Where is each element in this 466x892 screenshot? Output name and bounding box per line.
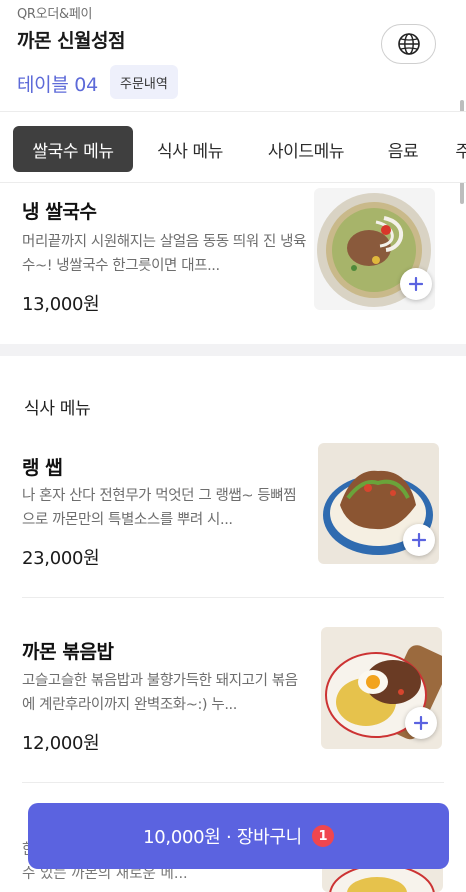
plus-icon bbox=[414, 716, 428, 730]
category-tabs: 쌀국수 메뉴 식사 메뉴 사이드메뉴 음료 주 bbox=[0, 111, 466, 183]
item-name: 냉 쌀국수 bbox=[22, 201, 97, 223]
menu-item-laeng-saep[interactable]: 랭 쌥 나 혼자 산다 전현무가 먹엇던 그 랭쌥~ 등뼈찜으로 까몬만의 특별… bbox=[0, 440, 466, 590]
order-history-button[interactable]: 주문내역 bbox=[110, 65, 178, 99]
section-title-meal: 식사 메뉴 bbox=[24, 399, 91, 419]
item-description: 고슬고슬한 볶음밥과 불향가득한 돼지고기 볶음에 계란후라이까지 완벽조화~:… bbox=[22, 673, 298, 713]
item-divider bbox=[22, 782, 444, 783]
menu-item-cold-pho[interactable]: 냉 쌀국수 머리끝까지 시원해지는 살얼음 동동 띄워 진 냉육수~! 냉쌀국수… bbox=[0, 186, 466, 336]
tab-meal[interactable]: 식사 메뉴 bbox=[146, 126, 234, 172]
item-name: 까몬 볶음밥 bbox=[22, 641, 114, 663]
menu-item-kamon-fried-rice[interactable]: 까몬 볶음밥 고슬고슬한 볶음밥과 불향가득한 돼지고기 볶음에 계란후라이까지… bbox=[0, 625, 466, 775]
item-price: 23,000원 bbox=[22, 548, 100, 569]
add-to-cart-button[interactable] bbox=[400, 268, 432, 300]
cart-button[interactable]: 10,000원 · 장바구니 1 bbox=[28, 803, 449, 869]
brand-label: QR오더&페이 bbox=[17, 7, 93, 22]
cart-label: 10,000원 · 장바구니 bbox=[143, 827, 302, 848]
language-button[interactable] bbox=[381, 24, 436, 64]
item-name: 랭 쌥 bbox=[22, 457, 63, 479]
item-price: 12,000원 bbox=[22, 733, 100, 754]
globe-icon bbox=[397, 33, 420, 55]
plus-icon bbox=[409, 277, 423, 291]
item-divider bbox=[22, 597, 444, 598]
item-description: 머리끝까지 시원해지는 살얼음 동동 띄워 진 냉육수~! 냉쌀국수 한그릇이면… bbox=[22, 234, 307, 274]
cart-count-badge: 1 bbox=[311, 825, 334, 847]
tab-drink[interactable]: 음료 bbox=[378, 126, 428, 172]
item-description: 나 혼자 산다 전현무가 먹엇던 그 랭쌥~ 등뼈찜으로 까몬만의 특별소스를 … bbox=[22, 488, 297, 528]
store-name: 까몬 신월성점 bbox=[17, 30, 126, 52]
header: QR오더&페이 까몬 신월성점 테이블 04 주문내역 bbox=[0, 0, 466, 110]
item-price: 13,000원 bbox=[22, 294, 100, 315]
tab-alcohol[interactable]: 주 bbox=[448, 126, 466, 172]
tab-rice-noodle[interactable]: 쌀국수 메뉴 bbox=[13, 126, 133, 172]
add-to-cart-button[interactable] bbox=[405, 707, 437, 739]
tab-side[interactable]: 사이드메뉴 bbox=[254, 126, 358, 172]
plus-icon bbox=[412, 533, 426, 547]
section-divider bbox=[0, 344, 466, 356]
table-number: 테이블 04 bbox=[17, 74, 98, 96]
add-to-cart-button[interactable] bbox=[403, 524, 435, 556]
